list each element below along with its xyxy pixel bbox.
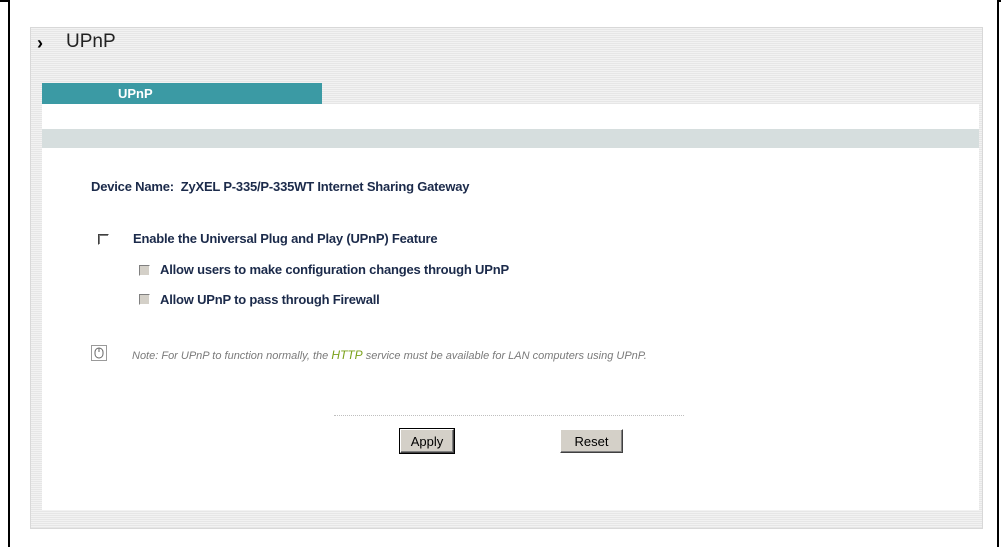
- allow-config-label: Allow users to make configuration change…: [160, 262, 509, 277]
- title-marker-icon: ›: [37, 33, 43, 53]
- enable-upnp-checkbox[interactable]: [98, 234, 109, 245]
- page-title: UPnP: [66, 31, 116, 52]
- tab-upnp[interactable]: UPnP: [42, 83, 322, 104]
- content-area: [42, 104, 979, 510]
- device-name-label: Device Name:: [91, 179, 174, 194]
- allow-config-checkbox[interactable]: [139, 265, 150, 276]
- allow-firewall-label: Allow UPnP to pass through Firewall: [160, 292, 380, 307]
- enable-upnp-label: Enable the Universal Plug and Play (UPnP…: [133, 231, 438, 246]
- note-icon: [91, 345, 107, 361]
- note-text: Note: For UPnP to function normally, the…: [132, 348, 647, 362]
- note-suffix: service must be available for LAN comput…: [362, 350, 647, 362]
- note-prefix: Note: For UPnP to function normally, the: [132, 350, 332, 362]
- section-header-stripe: [42, 129, 979, 148]
- device-name-row: Device Name: ZyXEL P-335/P-335WT Interne…: [91, 179, 470, 194]
- button-divider: [334, 415, 684, 416]
- device-name-value: ZyXEL P-335/P-335WT Internet Sharing Gat…: [180, 179, 470, 194]
- reset-button[interactable]: Reset: [560, 429, 623, 453]
- apply-button[interactable]: Apply: [399, 428, 455, 454]
- allow-firewall-checkbox[interactable]: [139, 294, 150, 305]
- mouse-icon: [94, 347, 104, 359]
- note-http-highlight: HTTP: [331, 348, 363, 362]
